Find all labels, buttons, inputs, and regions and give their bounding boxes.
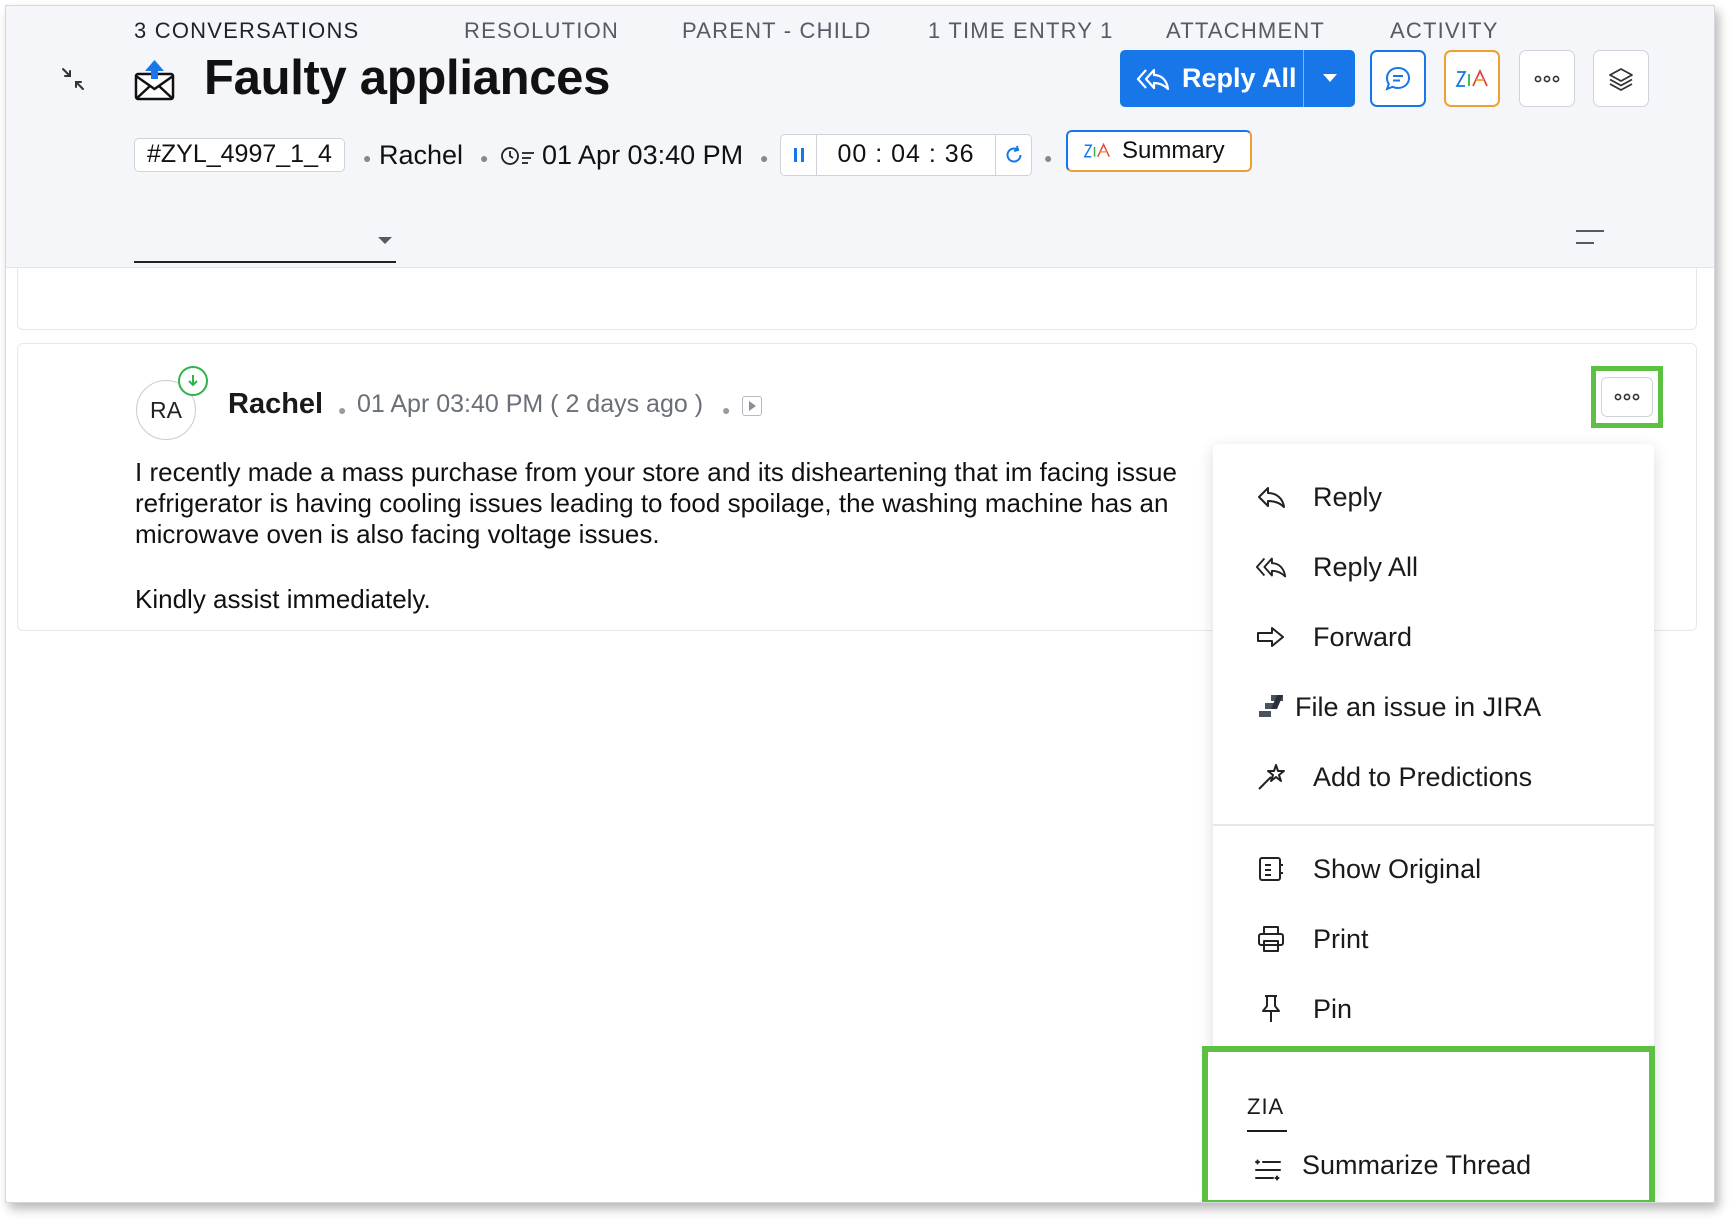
due-clock-icon xyxy=(500,146,536,171)
ticket-header: Faulty appliances Reply All #ZYL_4997_1_… xyxy=(6,6,1714,268)
comment-button[interactable] xyxy=(1370,50,1426,107)
menu-divider xyxy=(1213,824,1654,826)
printer-icon xyxy=(1255,923,1287,955)
summary-button[interactable]: Summary xyxy=(1066,130,1252,172)
menu-item-pin[interactable]: Pin xyxy=(1213,979,1654,1039)
ticket-contact-name[interactable]: Rachel xyxy=(379,140,463,171)
timer-value: 00 : 04 : 36 xyxy=(837,140,975,168)
more-actions-button[interactable] xyxy=(1519,50,1575,107)
pause-icon xyxy=(793,148,804,162)
highlight-frame xyxy=(1591,366,1663,428)
menu-item-reply-all[interactable]: Reply All xyxy=(1213,537,1654,597)
conversation-more-button[interactable] xyxy=(1601,377,1653,417)
more-icon xyxy=(1534,75,1560,82)
ticket-title: Faulty appliances xyxy=(204,51,611,105)
message-body: I recently made a mass purchase from you… xyxy=(135,457,1215,550)
message-line: I recently made a mass purchase from you… xyxy=(135,457,1177,487)
zia-section-heading: ZIA xyxy=(1247,1094,1285,1119)
message-line: microwave oven is also facing voltage is… xyxy=(135,519,660,549)
document-icon xyxy=(1255,853,1287,885)
jira-icon xyxy=(1255,691,1287,723)
menu-item-reply[interactable]: Reply xyxy=(1213,467,1654,527)
menu-item-label: Show Original xyxy=(1313,853,1482,884)
menu-item-forward[interactable]: Forward xyxy=(1213,607,1654,667)
menu-item-label: Reply All xyxy=(1313,551,1419,582)
zia-button[interactable] xyxy=(1444,50,1500,107)
menu-item-show-original[interactable]: Show Original xyxy=(1213,839,1654,899)
menu-item-label: Forward xyxy=(1313,621,1413,652)
comment-icon xyxy=(1385,66,1411,91)
summary-label: Summary xyxy=(1122,137,1225,164)
reply-options-dropdown[interactable] xyxy=(1304,74,1355,83)
chevron-down-icon xyxy=(1322,74,1337,82)
zia-icon xyxy=(1083,142,1110,158)
reply-all-icon xyxy=(1255,551,1287,583)
summarize-icon[interactable] xyxy=(1253,1158,1283,1187)
tab-attachment[interactable]: ATTACHMENT xyxy=(1166,18,1325,44)
expand-details-icon[interactable] xyxy=(742,396,762,416)
separator-dot: ● xyxy=(1044,150,1053,166)
reply-icon xyxy=(1255,481,1287,513)
menu-item-label: Print xyxy=(1313,923,1369,954)
message-timestamp: 01 Apr 03:40 PM ( 2 days ago ) xyxy=(357,390,704,418)
menu-item-label: Pin xyxy=(1313,993,1353,1024)
tab-time-entry[interactable]: 1 TIME ENTRY 1 xyxy=(928,18,1114,44)
reset-timer-button[interactable] xyxy=(995,135,1031,175)
menu-item-jira[interactable]: File an issue in JIRA xyxy=(1213,677,1654,737)
forward-icon xyxy=(1255,621,1287,653)
zia-icon xyxy=(1455,68,1488,87)
collapse-icon[interactable] xyxy=(58,64,88,94)
menu-item-label: Add to Predictions xyxy=(1313,761,1533,792)
conversation-card-previous xyxy=(17,268,1697,330)
message-line: refrigerator is having cooling issues le… xyxy=(135,488,1169,518)
ticket-timer: 00 : 04 : 36 xyxy=(780,134,1032,176)
layers-icon xyxy=(1609,67,1633,91)
incoming-status-icon xyxy=(178,366,208,396)
menu-item-label: File an issue in JIRA xyxy=(1295,691,1542,722)
chevron-down-icon[interactable] xyxy=(378,232,392,250)
tab-conversations[interactable]: 3 CONVERSATIONS xyxy=(134,18,359,44)
zia-menu-section: ZIA Summarize Thread xyxy=(1202,1046,1655,1202)
active-tab-indicator xyxy=(134,261,396,263)
separator-dot: ● xyxy=(338,402,347,418)
reply-all-button[interactable]: Reply All xyxy=(1120,50,1355,107)
layers-button[interactable] xyxy=(1593,50,1649,107)
magic-wand-icon xyxy=(1255,761,1287,793)
separator-dot: ● xyxy=(363,150,372,166)
separator-dot: ● xyxy=(760,150,769,166)
menu-item-add-to-predictions[interactable]: Add to Predictions xyxy=(1213,747,1654,807)
sender-name[interactable]: Rachel xyxy=(228,388,323,421)
pause-timer-button[interactable] xyxy=(781,135,817,175)
tab-activity[interactable]: ACTIVITY xyxy=(1390,18,1499,44)
tabs-menu-icon[interactable] xyxy=(1576,228,1604,251)
summarize-thread-item[interactable]: Summarize Thread xyxy=(1302,1150,1531,1181)
ticket-id-badge[interactable]: #ZYL_4997_1_4 xyxy=(134,138,345,172)
ticket-detail-window: Faulty appliances Reply All #ZYL_4997_1_… xyxy=(5,5,1715,1203)
tab-parent-child[interactable]: PARENT - CHILD xyxy=(682,18,872,44)
more-icon xyxy=(1614,393,1640,401)
ticket-created-date: 01 Apr 03:40 PM xyxy=(542,140,744,170)
reply-all-label: Reply All xyxy=(1182,63,1297,93)
separator-dot: ● xyxy=(480,150,489,166)
message-signoff: Kindly assist immediately. xyxy=(135,584,431,614)
email-channel-icon xyxy=(133,58,177,102)
reply-all-icon xyxy=(1136,68,1170,90)
refresh-icon xyxy=(1006,145,1021,163)
pin-icon xyxy=(1255,993,1287,1025)
reply-all-main-action[interactable]: Reply All xyxy=(1120,50,1304,107)
menu-item-print[interactable]: Print xyxy=(1213,909,1654,969)
separator-dot: ● xyxy=(722,402,731,418)
menu-item-label: Reply xyxy=(1313,481,1383,512)
ticket-meta-row: #ZYL_4997_1_4 ● Rachel ● 01 Apr 03:40 PM… xyxy=(6,130,1714,176)
tab-resolution[interactable]: RESOLUTION xyxy=(464,18,619,44)
zia-heading-underline xyxy=(1247,1130,1287,1132)
